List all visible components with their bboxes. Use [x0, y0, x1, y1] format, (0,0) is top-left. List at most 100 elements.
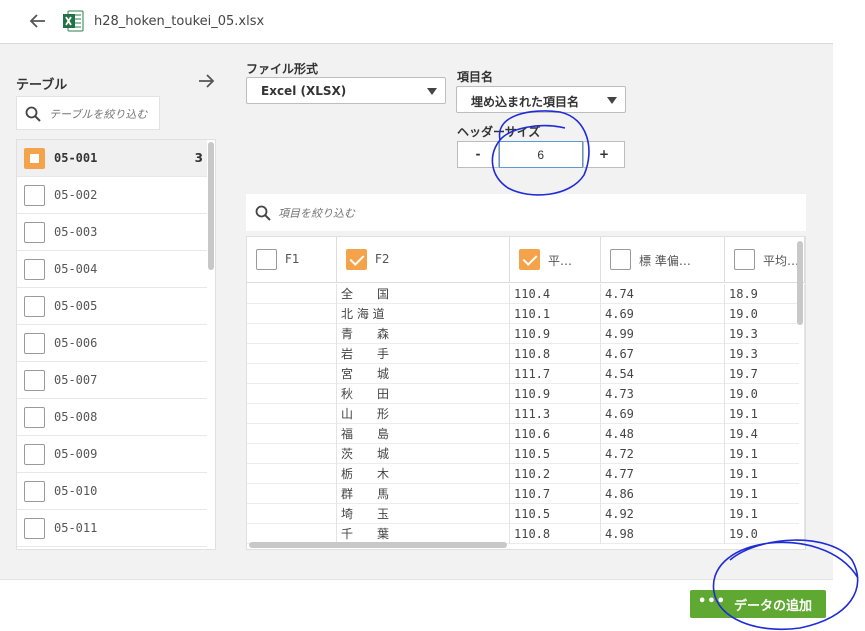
table-cell: 4.77 — [601, 464, 725, 484]
decrement-button[interactable]: - — [457, 141, 499, 168]
table-cell: 4.73 — [601, 384, 725, 404]
table-cell — [247, 404, 337, 424]
table-checkbox[interactable] — [24, 222, 45, 243]
column-header: F2 — [337, 237, 510, 283]
table-cell: 全 国 — [337, 284, 510, 304]
grid-horizontal-scrollbar[interactable] — [249, 542, 507, 548]
table-list-item[interactable]: 05-004 — [17, 251, 207, 288]
field-search-input[interactable] — [278, 203, 778, 223]
table-cell: 北 海 道 — [337, 304, 510, 324]
table-row: 全 国 110.4 4.74 18.9 — [247, 284, 805, 304]
table-list-scrollbar[interactable] — [208, 142, 214, 270]
field-names-select[interactable]: 埋め込まれた項目名 — [456, 86, 626, 113]
table-cell: 4.74 — [601, 284, 725, 304]
table-checkbox[interactable] — [24, 481, 45, 502]
column-header: 平均… — [725, 237, 805, 283]
header-size-input[interactable] — [499, 141, 583, 168]
table-cell: 110.6 — [510, 424, 601, 444]
table-cell: 18.9 — [725, 284, 805, 304]
table-cell: 千 葉 — [337, 524, 510, 544]
table-name: 05-008 — [54, 410, 98, 424]
column-checkbox[interactable] — [256, 249, 277, 270]
chevron-down-icon — [607, 97, 617, 104]
header-size-label: ヘッダーサイズ — [457, 125, 541, 139]
table-row: 山 形 111.3 4.69 19.1 — [247, 404, 805, 424]
table-cell: 110.8 — [510, 344, 601, 364]
table-checkbox[interactable] — [24, 333, 45, 354]
table-name: 05-004 — [54, 262, 98, 276]
table-list-item[interactable]: 05-010 — [17, 473, 207, 510]
table-list-item[interactable]: 05-007 — [17, 362, 207, 399]
table-search-input[interactable] — [49, 104, 157, 124]
arrow-right-icon — [199, 74, 215, 88]
table-cell: 埼 玉 — [337, 504, 510, 524]
table-list-item[interactable]: 05-008 — [17, 399, 207, 436]
table-cell: 19.4 — [725, 424, 805, 444]
table-list-item[interactable]: 05-003 — [17, 214, 207, 251]
table-cell: 青 森 — [337, 324, 510, 344]
table-cell: 4.54 — [601, 364, 725, 384]
column-checkbox[interactable] — [519, 249, 540, 270]
table-name: 05-001 — [54, 151, 98, 165]
table-row: 茨 城 110.5 4.72 19.1 — [247, 444, 805, 464]
arrow-left-icon — [29, 14, 45, 28]
table-list-item[interactable]: 05-005 — [17, 288, 207, 325]
table-cell: 19.1 — [725, 484, 805, 504]
table-cell: 110.1 — [510, 304, 601, 324]
table-cell — [247, 304, 337, 324]
table-checkbox[interactable] — [24, 407, 45, 428]
table-checkbox[interactable] — [24, 185, 45, 206]
table-row: 福 島 110.6 4.48 19.4 — [247, 424, 805, 444]
table-list-item[interactable]: 05-006 — [17, 325, 207, 362]
table-checkbox[interactable] — [24, 518, 45, 539]
table-list-item[interactable]: 05-002 — [17, 177, 207, 214]
table-checkbox[interactable] — [24, 259, 45, 280]
table-cell: 4.99 — [601, 324, 725, 344]
table-cell: 4.67 — [601, 344, 725, 364]
table-checkbox[interactable] — [24, 370, 45, 391]
table-checkbox[interactable] — [24, 296, 45, 317]
column-checkbox[interactable] — [346, 249, 367, 270]
table-cell: 4.69 — [601, 304, 725, 324]
back-button[interactable] — [24, 8, 52, 34]
table-name: 05-011 — [54, 521, 98, 535]
table-cell: 110.7 — [510, 484, 601, 504]
table-cell: 4.86 — [601, 484, 725, 504]
table-cell: 19.1 — [725, 464, 805, 484]
table-list-item[interactable]: 05-009 — [17, 436, 207, 473]
add-data-button[interactable]: ••• データの追加 — [690, 590, 826, 618]
column-header: 平… — [510, 237, 601, 283]
grid-vertical-scrollbar[interactable] — [797, 241, 803, 325]
table-cell — [247, 464, 337, 484]
table-cell: 19.1 — [725, 504, 805, 524]
search-icon — [25, 106, 41, 122]
top-bar: h28_hoken_toukei_05.xlsx — [0, 0, 833, 44]
table-cell: 福 島 — [337, 424, 510, 444]
column-checkbox[interactable] — [610, 249, 631, 270]
column-checkbox[interactable] — [734, 249, 755, 270]
search-icon — [255, 205, 271, 221]
table-cell: 110.4 — [510, 284, 601, 304]
expand-button[interactable] — [197, 72, 215, 95]
table-name: 05-006 — [54, 336, 98, 350]
table-cell — [247, 444, 337, 464]
tables-label: テーブル — [16, 78, 68, 93]
field-search — [246, 194, 806, 231]
table-row: 栃 木 110.2 4.77 19.1 — [247, 464, 805, 484]
table-cell — [247, 424, 337, 444]
more-icon[interactable]: ••• — [698, 594, 726, 609]
table-list-item[interactable]: 05-011 — [17, 510, 207, 547]
table-list-item[interactable]: 05-001 3 — [17, 140, 207, 177]
table-checkbox[interactable] — [24, 444, 45, 465]
table-row: 千 葉 110.8 4.98 19.0 — [247, 524, 805, 544]
table-cell — [247, 504, 337, 524]
excel-icon — [63, 10, 84, 32]
table-cell — [247, 384, 337, 404]
table-row: 岩 手 110.8 4.67 19.3 — [247, 344, 805, 364]
file-format-select[interactable]: Excel (XLSX) — [246, 77, 446, 104]
increment-button[interactable]: + — [583, 141, 625, 168]
table-cell: 110.8 — [510, 524, 601, 544]
table-checkbox[interactable] — [24, 148, 45, 169]
table-name: 05-007 — [54, 373, 98, 387]
table-row: 北 海 道 110.1 4.69 19.0 — [247, 304, 805, 324]
